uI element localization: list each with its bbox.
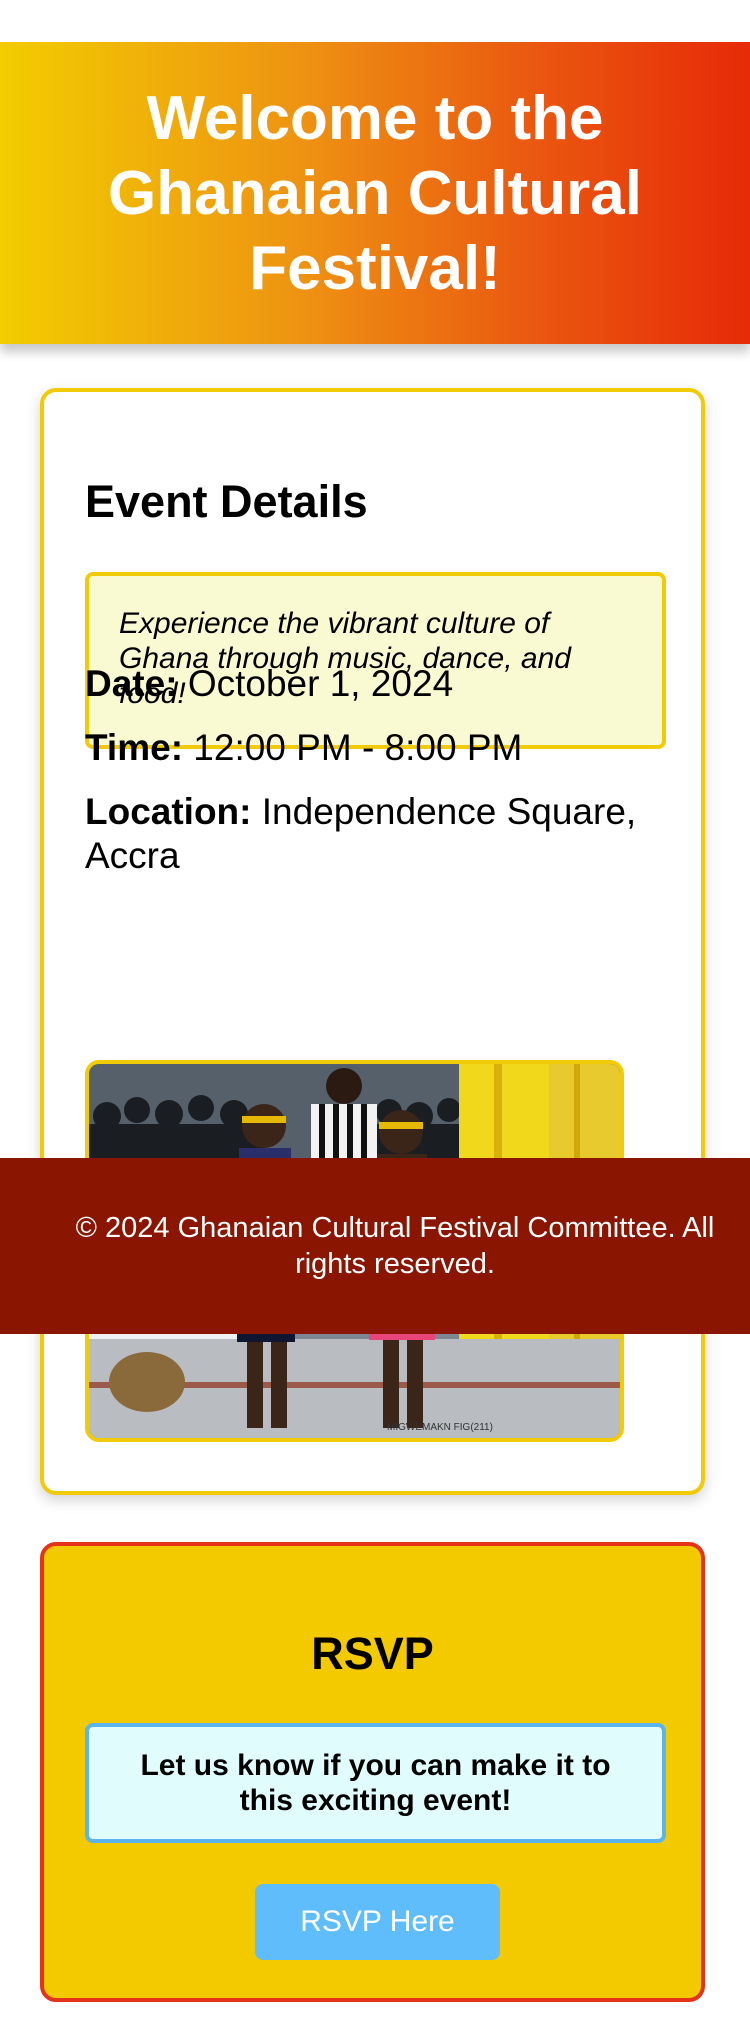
photo-watermark: MIGWEMAKN FIG(211) <box>387 1422 493 1433</box>
rsvp-card: RSVP Let us know if you can make it to t… <box>40 1542 705 2002</box>
event-date-label: Date: <box>85 663 178 704</box>
page-header: Welcome to the Ghanaian Cultural Festiva… <box>0 42 750 344</box>
page-footer: © 2024 Ghanaian Cultural Festival Commit… <box>0 1158 750 1334</box>
event-time-value: 12:00 PM - 8:00 PM <box>193 727 523 768</box>
rsvp-heading: RSVP <box>311 1628 434 1679</box>
footer-copyright: © 2024 Ghanaian Cultural Festival Commit… <box>75 1212 715 1280</box>
event-location-label: Location: <box>85 791 252 832</box>
rsvp-button[interactable]: RSVP Here <box>255 1884 500 1960</box>
event-tagline: Experience the vibrant culture of Ghana … <box>85 572 666 749</box>
rsvp-message: Let us know if you can make it to this e… <box>85 1723 666 1843</box>
event-details-heading: Event Details <box>85 476 368 527</box>
event-time-label: Time: <box>85 727 184 768</box>
event-date-value: October 1, 2024 <box>187 663 454 704</box>
event-location: Location: Independence Square, Accra <box>85 790 685 878</box>
event-time: Time: 12:00 PM - 8:00 PM <box>85 726 685 770</box>
page-title: Welcome to the Ghanaian Cultural Festiva… <box>108 83 642 303</box>
event-date: Date: October 1, 2024 <box>85 662 685 706</box>
